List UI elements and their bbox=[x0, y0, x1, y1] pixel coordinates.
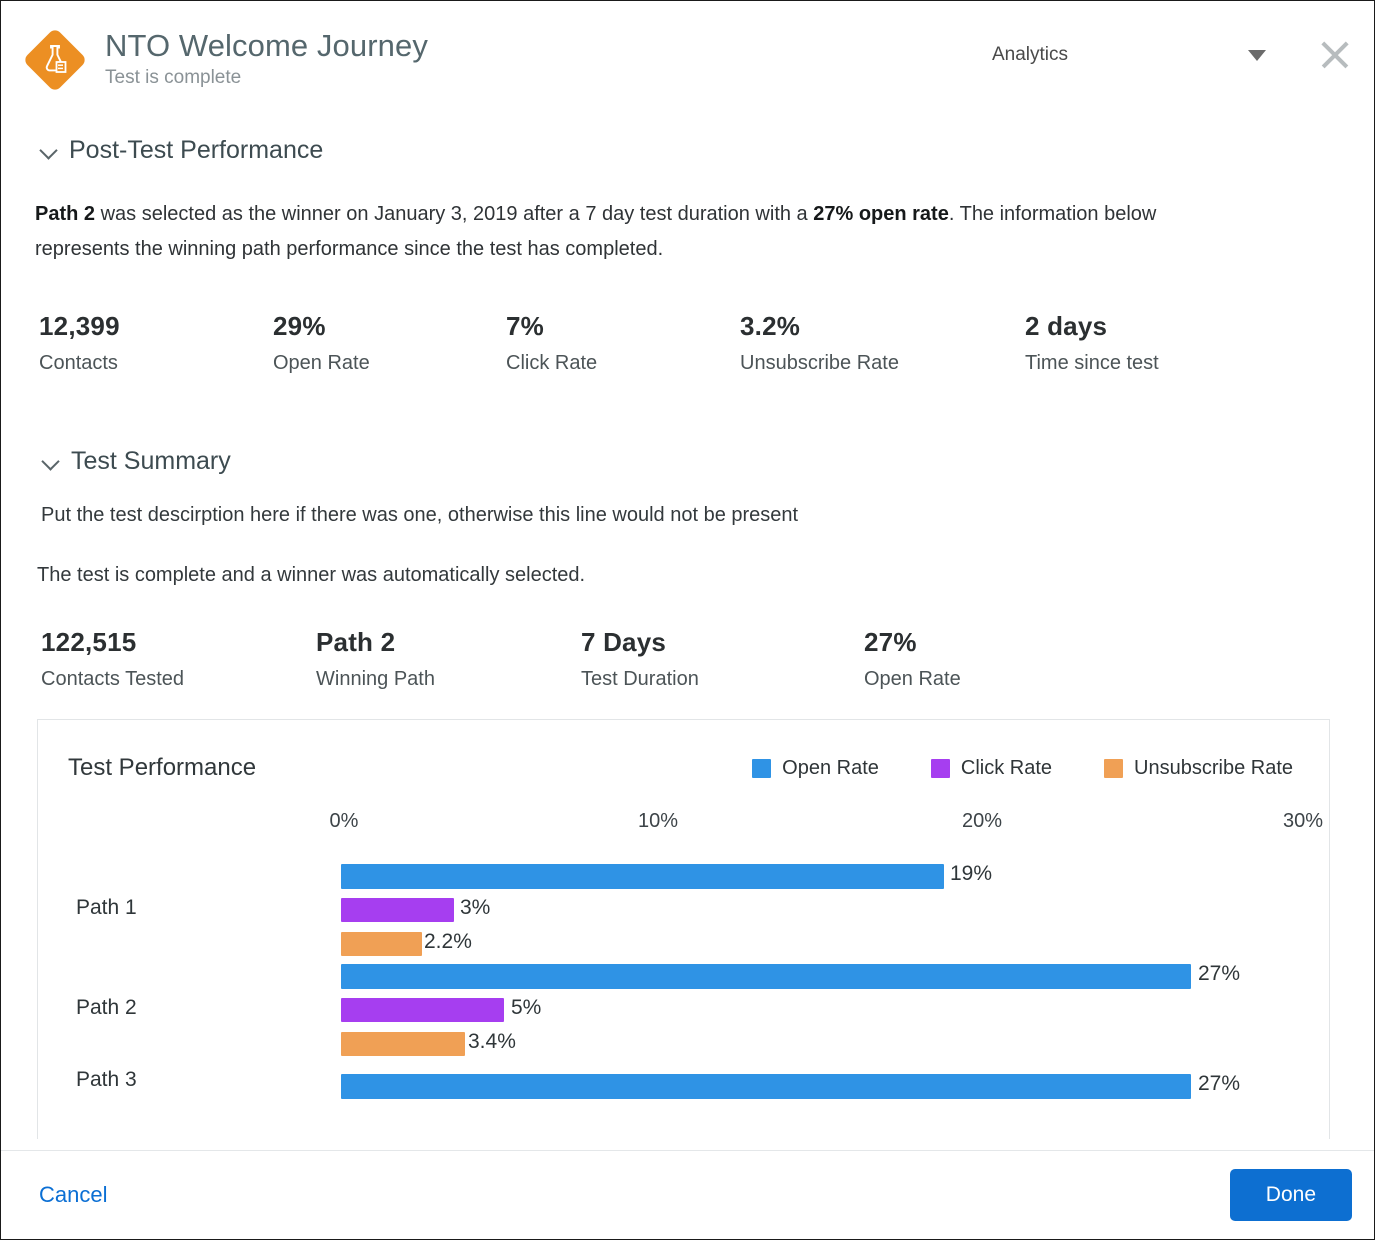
kpi-label: Time since test bbox=[1025, 352, 1159, 374]
kpi-label: Winning Path bbox=[316, 668, 435, 690]
brand-block: NTO Welcome Journey Test is complete bbox=[22, 26, 428, 93]
chart-x-axis: 0% 10% 20% 30% bbox=[38, 810, 1329, 844]
kpi-contacts: 12,399 Contacts bbox=[39, 310, 273, 377]
kpi-label: Test Duration bbox=[581, 668, 699, 690]
kpi-contacts-tested: 122,515 Contacts Tested bbox=[41, 626, 316, 693]
x-axis-tick: 10% bbox=[637, 810, 679, 832]
chart-bars: 19% 3% 2.2% bbox=[38, 862, 1329, 966]
kpi-label: Open Rate bbox=[273, 352, 370, 374]
legend-item-click-rate[interactable]: Click Rate bbox=[930, 756, 1053, 780]
chart-header: Test Performance Open Rate Click Rate Un… bbox=[38, 720, 1329, 782]
done-button[interactable]: Done bbox=[1229, 1169, 1352, 1221]
kpi-value: 7 Days bbox=[581, 627, 667, 657]
legend-swatch-click-rate bbox=[930, 758, 950, 778]
bar-value-label: 27% bbox=[1198, 962, 1241, 985]
winner-path-highlight: Path 2 bbox=[35, 203, 96, 225]
test-summary-description: Put the test descirption here if there w… bbox=[41, 504, 799, 526]
bar-value-label: 3% bbox=[460, 896, 491, 919]
chevron-down-icon[interactable] bbox=[41, 452, 60, 471]
bar-value-label: 27% bbox=[1198, 1072, 1241, 1095]
open-rate-highlight: 27% open rate bbox=[813, 203, 949, 225]
kpi-test-duration: 7 Days Test Duration bbox=[581, 626, 864, 693]
chart-legend: Open Rate Click Rate Unsubscribe Rate bbox=[752, 757, 1305, 780]
post-test-kpi-row: 12,399 Contacts 29% Open Rate 7% Click R… bbox=[39, 310, 1352, 377]
kpi-time-since-test: 2 days Time since test bbox=[1025, 310, 1159, 377]
kpi-open-rate-summary: 27% Open Rate bbox=[864, 626, 961, 693]
analytics-modal: NTO Welcome Journey Test is complete Ana… bbox=[0, 0, 1375, 1240]
bar-unsubscribe-rate[interactable]: 2.2% bbox=[38, 930, 1329, 961]
section-title-post-test: Post-Test Performance bbox=[69, 136, 324, 164]
chevron-down-icon[interactable] bbox=[1248, 49, 1266, 61]
test-summary-header[interactable]: Test Summary bbox=[41, 447, 1352, 476]
bar-value-label: 19% bbox=[950, 862, 993, 885]
bar-unsubscribe-rate[interactable]: 3.4% bbox=[38, 1030, 1329, 1061]
kpi-value: 27% bbox=[864, 627, 917, 657]
chart-bars: 27% bbox=[38, 1064, 1329, 1108]
chart-group-path-2: Path 2 27% 5% 3.4% bbox=[38, 958, 1329, 1058]
test-summary-kpi-row: 122,515 Contacts Tested Path 2 Winning P… bbox=[41, 626, 1352, 693]
bar-open-rate[interactable]: 19% bbox=[38, 862, 1329, 893]
close-icon[interactable] bbox=[1318, 38, 1352, 72]
x-axis-tick: 30% bbox=[1282, 810, 1324, 832]
kpi-winning-path: Path 2 Winning Path bbox=[316, 626, 581, 693]
kpi-label: Open Rate bbox=[864, 668, 961, 690]
bar-value-label: 5% bbox=[511, 996, 542, 1019]
kpi-value: 3.2% bbox=[740, 311, 801, 341]
flask-glyph bbox=[45, 45, 67, 73]
page-title: NTO Welcome Journey bbox=[105, 28, 428, 63]
cancel-button[interactable]: Cancel bbox=[39, 1182, 107, 1208]
bar-click-rate[interactable]: 3% bbox=[38, 896, 1329, 927]
test-performance-chart-panel: Test Performance Open Rate Click Rate Un… bbox=[37, 719, 1330, 1139]
kpi-open-rate: 29% Open Rate bbox=[273, 310, 506, 377]
chart-group-path-1: Path 1 19% 3% 2.2% bbox=[38, 858, 1329, 958]
legend-swatch-open-rate bbox=[752, 758, 772, 778]
chart-title: Test Performance bbox=[68, 754, 257, 781]
legend-item-open-rate[interactable]: Open Rate bbox=[752, 757, 879, 780]
kpi-value: 122,515 bbox=[41, 627, 137, 657]
chart-plot-area: 0% 10% 20% 30% Path 1 19% 3% 2.2% Path 2… bbox=[38, 810, 1329, 1110]
legend-label: Unsubscribe Rate bbox=[1134, 756, 1293, 779]
kpi-value: Path 2 bbox=[316, 627, 396, 657]
kpi-label: Contacts Tested bbox=[41, 668, 185, 690]
kpi-value: 2 days bbox=[1025, 311, 1108, 341]
kpi-value: 29% bbox=[273, 311, 326, 341]
chevron-down-icon[interactable] bbox=[39, 141, 58, 160]
post-test-performance-header[interactable]: Post-Test Performance bbox=[39, 136, 1352, 165]
kpi-click-rate: 7% Click Rate bbox=[506, 310, 740, 377]
legend-label: Click Rate bbox=[960, 756, 1053, 779]
modal-body: Post-Test Performance Path 2 was selecte… bbox=[1, 114, 1374, 1150]
chart-group-path-3: Path 3 27% bbox=[38, 1058, 1329, 1139]
post-test-summary-text: Path 2 was selected as the winner on Jan… bbox=[35, 197, 1220, 267]
kpi-label: Contacts bbox=[39, 352, 118, 374]
bar-value-label: 3.4% bbox=[468, 1030, 516, 1053]
page-subtitle: Test is complete bbox=[105, 67, 242, 88]
summary-text-1: was selected as the winner on January 3,… bbox=[95, 203, 814, 225]
bar-value-label: 2.2% bbox=[424, 930, 472, 953]
x-axis-tick: 20% bbox=[961, 810, 1003, 832]
bar-open-rate[interactable]: 27% bbox=[38, 962, 1329, 993]
x-axis-tick: 0% bbox=[329, 810, 359, 832]
flask-icon bbox=[22, 27, 88, 93]
view-selector-label: Analytics bbox=[991, 44, 1068, 65]
kpi-value: 7% bbox=[506, 311, 544, 341]
kpi-unsubscribe-rate: 3.2% Unsubscribe Rate bbox=[740, 310, 1025, 377]
legend-label: Open Rate bbox=[782, 756, 879, 779]
kpi-value: 12,399 bbox=[39, 311, 120, 341]
bar-open-rate[interactable]: 27% bbox=[38, 1072, 1329, 1103]
view-selector[interactable]: Analytics bbox=[992, 44, 1318, 66]
test-summary-status: The test is complete and a winner was au… bbox=[37, 564, 586, 586]
kpi-label: Click Rate bbox=[506, 352, 598, 374]
header-controls: Analytics bbox=[992, 26, 1352, 72]
legend-item-unsubscribe-rate[interactable]: Unsubscribe Rate bbox=[1104, 757, 1293, 780]
modal-footer: Cancel Done bbox=[1, 1150, 1374, 1239]
bar-click-rate[interactable]: 5% bbox=[38, 996, 1329, 1027]
kpi-label: Unsubscribe Rate bbox=[740, 352, 899, 374]
modal-header: NTO Welcome Journey Test is complete Ana… bbox=[1, 1, 1374, 114]
legend-swatch-unsubscribe-rate bbox=[1104, 758, 1124, 778]
chart-bars: 27% 5% 3.4% bbox=[38, 962, 1329, 1066]
title-block: NTO Welcome Journey Test is complete bbox=[105, 26, 428, 91]
section-title-test-summary: Test Summary bbox=[71, 447, 231, 475]
